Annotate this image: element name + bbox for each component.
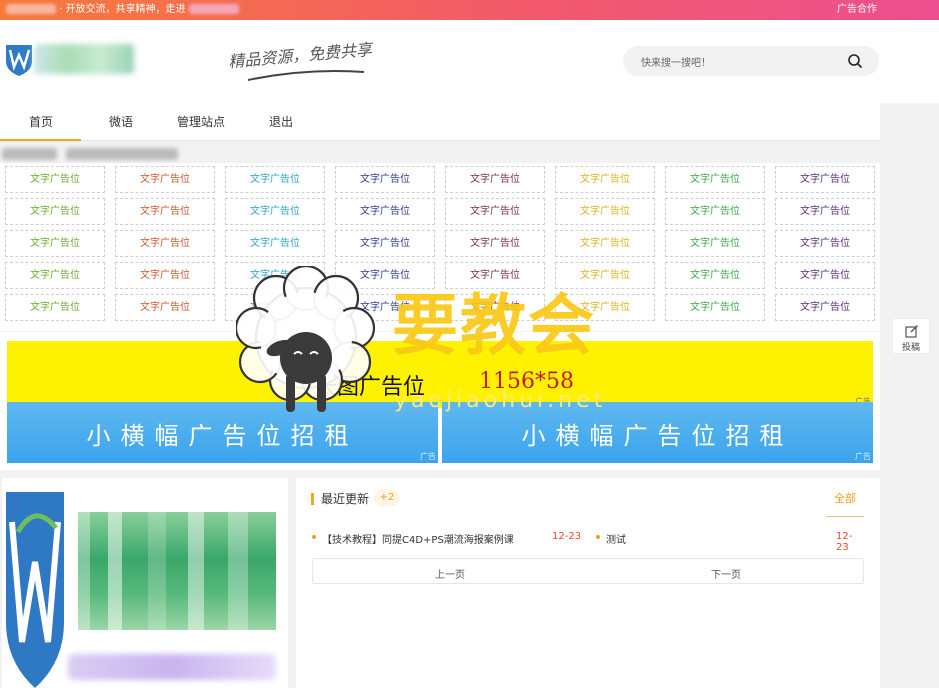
blurred-site-name-2 <box>188 4 239 14</box>
text-ad-cell[interactable]: 文字广告位 <box>775 230 875 257</box>
nav-item-manage[interactable]: 管理站点 <box>177 113 225 130</box>
blurred-site-name <box>6 4 56 14</box>
main-nav: 首页 微语 管理站点 退出 <box>0 103 880 141</box>
nav-active-indicator <box>0 139 81 141</box>
text-ad-cell[interactable]: 文字广告位 <box>555 198 655 225</box>
site-header: 精品资源，免费共享 快来搜一搜吧！ <box>0 20 939 103</box>
text-ad-cell[interactable]: 文字广告位 <box>225 166 325 193</box>
text-ad-cell[interactable]: 文字广告位 <box>775 294 875 321</box>
next-page-button[interactable]: 下一页 <box>711 566 741 581</box>
nav-item-home[interactable]: 首页 <box>29 113 53 130</box>
submit-post-button[interactable]: 投稿 <box>892 318 930 354</box>
recent-title: 最近更新 <box>321 492 370 506</box>
bullet-dot <box>312 535 316 539</box>
text-ad-cell[interactable]: 文字广告位 <box>115 262 215 289</box>
top-bar-text: · 开放交流，共享精神，走进 <box>59 4 186 15</box>
search-icon[interactable] <box>847 53 863 69</box>
logo-shield-icon[interactable] <box>4 43 34 77</box>
text-ad-cell[interactable]: 文字广告位 <box>5 166 105 193</box>
bullet-dot <box>596 535 600 539</box>
text-ad-cell[interactable]: 文字广告位 <box>5 262 105 289</box>
text-ad-cell[interactable]: 文字广告位 <box>445 198 545 225</box>
search-input[interactable]: 快来搜一搜吧！ <box>641 54 711 69</box>
large-logo-shield-icon <box>6 492 64 688</box>
text-ad-cell[interactable]: 文字广告位 <box>555 230 655 257</box>
post-title[interactable]: 【技术教程】同提C4D+PS潮流海报案例课 <box>322 531 514 546</box>
section-title-bar <box>311 493 314 505</box>
text-ad-cell[interactable]: 文字广告位 <box>665 198 765 225</box>
text-ad-cell[interactable]: 文字广告位 <box>445 230 545 257</box>
blurred-avatar-image <box>78 512 276 630</box>
ad-tag: 广告 <box>420 452 436 461</box>
text-ad-cell[interactable]: 文字广告位 <box>225 230 325 257</box>
text-ad-cell[interactable]: 文字广告位 <box>665 230 765 257</box>
text-ad-cell[interactable]: 文字广告位 <box>335 198 435 225</box>
post-date: 12-23 <box>836 531 853 553</box>
text-ad-cell[interactable]: 文字广告位 <box>665 166 765 193</box>
text-ad-cell[interactable]: 文字广告位 <box>555 166 655 193</box>
pagination: 上一页 下一页 <box>312 558 864 584</box>
edit-icon <box>905 325 918 338</box>
text-ad-cell[interactable]: 文字广告位 <box>335 166 435 193</box>
nav-item-logout[interactable]: 退出 <box>269 113 293 130</box>
view-all-link[interactable]: 全部 <box>834 490 856 506</box>
ad-cooperation-link[interactable]: 广告合作 <box>837 3 877 17</box>
text-ad-cell[interactable]: 文字广告位 <box>665 262 765 289</box>
text-ad-cell[interactable]: 文字广告位 <box>775 262 875 289</box>
prev-page-button[interactable]: 上一页 <box>435 566 465 581</box>
slogan-swoosh <box>247 70 365 81</box>
search-box[interactable]: 快来搜一搜吧！ <box>623 46 879 76</box>
text-ad-cell[interactable]: 文字广告位 <box>115 166 215 193</box>
text-ad-cell[interactable]: 文字广告位 <box>335 230 435 257</box>
text-ad-cell[interactable]: 文字广告位 <box>5 230 105 257</box>
top-bar: · 开放交流，共享精神，走进 广告合作 <box>0 0 939 20</box>
ad-tag: 广告 <box>855 452 871 461</box>
text-ad-cell[interactable]: 文字广告位 <box>775 166 875 193</box>
sheep-watermark-icon <box>236 266 376 412</box>
watermark-text: 要教会 <box>392 287 596 364</box>
text-ad-cell[interactable]: 文字广告位 <box>5 294 105 321</box>
watermark-url: yaojiaohui.net <box>394 388 607 413</box>
profile-card <box>2 478 288 688</box>
text-ad-cell[interactable]: 文字广告位 <box>225 198 325 225</box>
text-ad-cell[interactable]: 文字广告位 <box>115 230 215 257</box>
submit-post-label: 投稿 <box>901 343 920 353</box>
nav-item-weiyu[interactable]: 微语 <box>109 113 133 130</box>
slogan: 精品资源，免费共享 <box>227 39 373 72</box>
post-title[interactable]: 测试 <box>606 531 626 546</box>
blurred-notice <box>2 148 180 162</box>
text-ad-cell[interactable]: 文字广告位 <box>115 294 215 321</box>
view-all-underline <box>826 516 864 517</box>
text-ad-cell[interactable]: 文字广告位 <box>775 198 875 225</box>
text-ad-cell[interactable]: 文字广告位 <box>115 198 215 225</box>
small-banner-text: 小横幅广告位招租 <box>521 422 794 450</box>
small-banner-text: 小横幅广告位招租 <box>86 422 359 450</box>
recent-updates-card: 最近更新 +2 全部 【技术教程】同提C4D+PS潮流海报案例课 12-23 测… <box>296 478 880 688</box>
text-ad-cell[interactable]: 文字广告位 <box>665 294 765 321</box>
recent-count-badge: +2 <box>374 489 400 507</box>
blurred-logo-name[interactable] <box>34 44 134 74</box>
text-ad-cell[interactable]: 文字广告位 <box>5 198 105 225</box>
text-ad-cell[interactable]: 文字广告位 <box>445 166 545 193</box>
blurred-profile-name <box>68 654 276 680</box>
post-date: 12-23 <box>552 531 582 542</box>
top-bar-welcome: · 开放交流，共享精神，走进 <box>6 3 239 17</box>
